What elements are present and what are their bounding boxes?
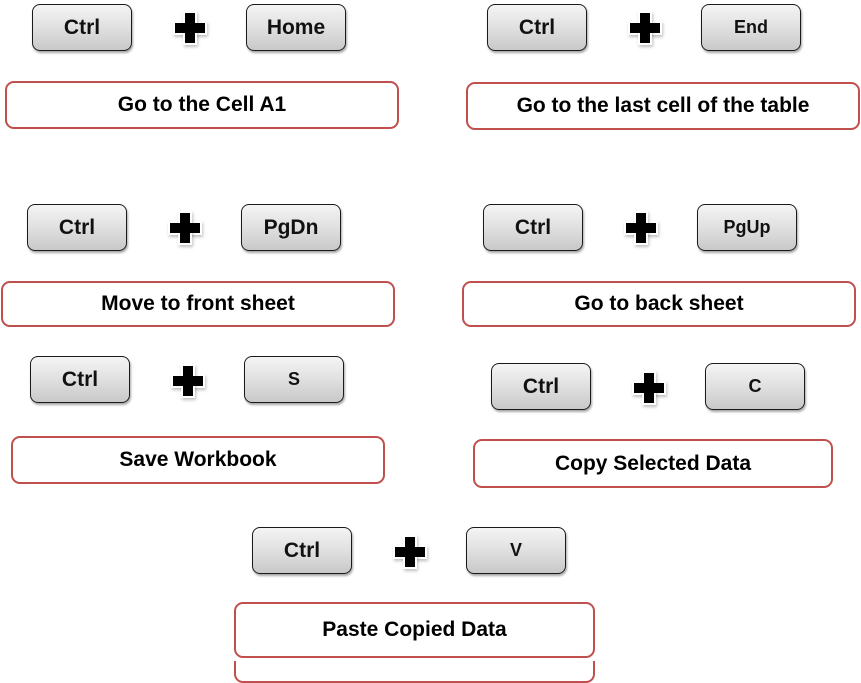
- plus-icon: [392, 534, 428, 570]
- shortcut-description: Move to front sheet: [1, 281, 395, 327]
- ctrl-key: Ctrl: [483, 204, 583, 251]
- plus-icon: [172, 10, 208, 46]
- pgup-key: PgUp: [697, 204, 797, 251]
- ctrl-key: Ctrl: [491, 363, 591, 410]
- home-key: Home: [246, 4, 346, 51]
- shortcut-description: Go to back sheet: [462, 281, 856, 327]
- ctrl-key: Ctrl: [30, 356, 130, 403]
- description-box-shadow-outline: [234, 661, 595, 683]
- pgdn-key: PgDn: [241, 204, 341, 251]
- plus-icon: [167, 210, 203, 246]
- ctrl-key: Ctrl: [252, 527, 352, 574]
- shortcut-description: Go to the last cell of the table: [466, 82, 860, 130]
- plus-icon: [627, 10, 663, 46]
- ctrl-key: Ctrl: [27, 204, 127, 251]
- c-key: C: [705, 363, 805, 410]
- shortcut-description: Go to the Cell A1: [5, 81, 399, 129]
- plus-icon: [631, 370, 667, 406]
- shortcut-description: Paste Copied Data: [234, 602, 595, 658]
- s-key: S: [244, 356, 344, 403]
- end-key: End: [701, 4, 801, 51]
- plus-icon: [623, 210, 659, 246]
- plus-icon: [170, 363, 206, 399]
- shortcut-description: Copy Selected Data: [473, 439, 833, 488]
- v-key: V: [466, 527, 566, 574]
- ctrl-key: Ctrl: [487, 4, 587, 51]
- shortcut-description: Save Workbook: [11, 436, 385, 484]
- ctrl-key: Ctrl: [32, 4, 132, 51]
